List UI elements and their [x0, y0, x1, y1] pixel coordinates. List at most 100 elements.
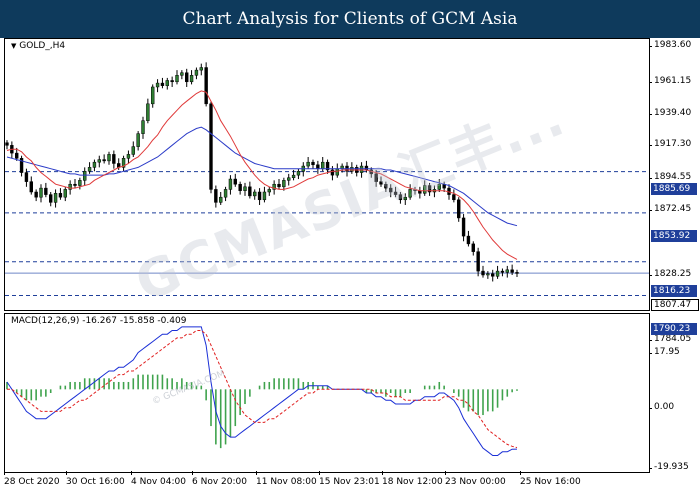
bear-candle — [185, 72, 189, 83]
time-label: 28 Oct 2020 — [4, 471, 60, 487]
bear-candle — [170, 80, 174, 83]
macd-tick: -19.935 — [649, 462, 689, 472]
bull-candle — [175, 75, 179, 83]
bull-candle — [199, 67, 203, 71]
bull-candle — [189, 75, 194, 83]
time-label: 15 Nov 23:01 — [319, 471, 380, 487]
bear-candle — [102, 159, 106, 162]
bull-candle — [306, 161, 310, 167]
bear-candle — [73, 183, 77, 186]
time-axis[interactable]: 28 Oct 2020 30 Oct 16:00 4 Nov 04:00 6 N… — [4, 471, 648, 500]
bull-candle — [495, 270, 500, 277]
price-tick: 1784.05 — [648, 334, 692, 344]
bear-candle — [209, 103, 213, 190]
symbol-label: ▼ GOLD_,H4 — [11, 41, 65, 51]
bull-candle — [219, 196, 223, 203]
macd-tick: 0.00 — [648, 402, 675, 412]
time-label: 23 Nov 00:00 — [445, 471, 506, 487]
price-tick: 1961.15 — [648, 76, 692, 86]
bear-candle — [466, 235, 471, 245]
price-tick: 1983.60 — [648, 40, 692, 50]
bull-candle — [141, 120, 145, 134]
bear-candle — [481, 270, 485, 276]
bull-candle — [97, 159, 101, 163]
bull-candle — [87, 167, 92, 172]
bear-candle — [29, 181, 33, 193]
chart-terminal: ▼ GOLD_,H4 MACD(12,26,9) -16.267 -15.858… — [0, 38, 700, 500]
bull-candle — [505, 269, 509, 273]
bear-candle — [160, 82, 165, 86]
time-label: 11 Nov 08:00 — [256, 471, 317, 487]
macd-line — [6, 326, 518, 456]
bear-candle — [491, 273, 495, 277]
time-label: 25 Nov 16:00 — [520, 471, 581, 487]
symbol-label-text: GOLD_,H4 — [19, 41, 66, 51]
bear-candle — [311, 161, 315, 166]
bear-candle — [457, 199, 461, 219]
bear-candle — [15, 152, 19, 159]
banner-title: Chart Analysis for Clients of GCM Asia — [182, 9, 518, 29]
time-label: 18 Nov 12:00 — [382, 471, 443, 487]
time-label: 4 Nov 04:00 — [131, 471, 186, 487]
bull-candle — [155, 82, 160, 88]
bull-candle — [151, 86, 155, 105]
bull-candle — [107, 154, 111, 162]
current-price-tag: 1807.47 — [651, 299, 699, 311]
bull-candle — [146, 103, 150, 121]
bear-candle — [461, 217, 466, 237]
bear-candle — [510, 269, 514, 273]
bear-candle — [214, 189, 218, 203]
macd-chart-svg — [6, 326, 518, 456]
macd-signal-line — [7, 330, 518, 449]
bear-candle — [204, 67, 208, 105]
bull-candle — [486, 273, 490, 276]
bull-candle — [39, 187, 43, 198]
bear-candle — [233, 178, 237, 185]
bear-candle — [44, 187, 48, 195]
price-tick: 1894.55 — [648, 172, 692, 182]
bear-candle — [5, 142, 9, 146]
price-tick: 1939.40 — [648, 108, 692, 118]
bear-candle — [58, 193, 63, 198]
bull-candle — [92, 161, 97, 168]
bull-candle — [228, 178, 233, 190]
bull-candle — [68, 183, 72, 190]
bear-candle — [500, 270, 505, 273]
bear-candle — [238, 183, 242, 191]
bear-candle — [34, 191, 38, 198]
bull-candle — [131, 146, 135, 155]
bear-candle — [515, 272, 519, 274]
time-label: 6 Nov 20:00 — [192, 471, 247, 487]
bear-candle — [49, 194, 53, 203]
bull-candle — [165, 80, 169, 86]
bear-candle — [24, 172, 29, 182]
chart-banner: Chart Analysis for Clients of GCM Asia — [0, 0, 700, 38]
bull-candle — [243, 186, 247, 191]
level-tag: 1885.69 — [651, 183, 697, 195]
bear-candle — [471, 243, 475, 252]
bear-candle — [112, 154, 116, 164]
bull-candle — [78, 180, 82, 186]
bull-candle — [194, 69, 199, 76]
bear-candle — [452, 194, 456, 201]
bull-candle — [180, 72, 184, 76]
bull-candle — [223, 189, 228, 198]
price-tick: 1872.45 — [648, 204, 692, 214]
bull-candle — [126, 154, 131, 159]
macd-label: MACD(12,26,9) -16.267 -15.858 -0.409 — [11, 316, 187, 326]
price-axis[interactable]: 1983.60 1961.15 1939.40 1917.30 1894.55 … — [648, 38, 700, 500]
bull-candle — [53, 193, 58, 203]
macd-pane[interactable]: MACD(12,26,9) -16.267 -15.858 -0.409 — [4, 313, 650, 473]
time-label: 30 Oct 16:00 — [66, 471, 125, 487]
macd-tick: 17.95 — [649, 347, 680, 357]
price-tick: 1917.30 — [648, 139, 692, 149]
bull-candle — [63, 189, 67, 198]
level-tag: 1853.92 — [651, 230, 697, 242]
level-tag: 1790.23 — [651, 323, 697, 335]
bull-candle — [83, 171, 87, 181]
bear-candle — [476, 251, 480, 272]
collapse-triangle-icon[interactable]: ▼ — [11, 42, 16, 50]
bull-candle — [136, 133, 140, 147]
price-tick: 1828.25 — [648, 269, 692, 279]
level-tag: 1816.23 — [651, 285, 697, 297]
